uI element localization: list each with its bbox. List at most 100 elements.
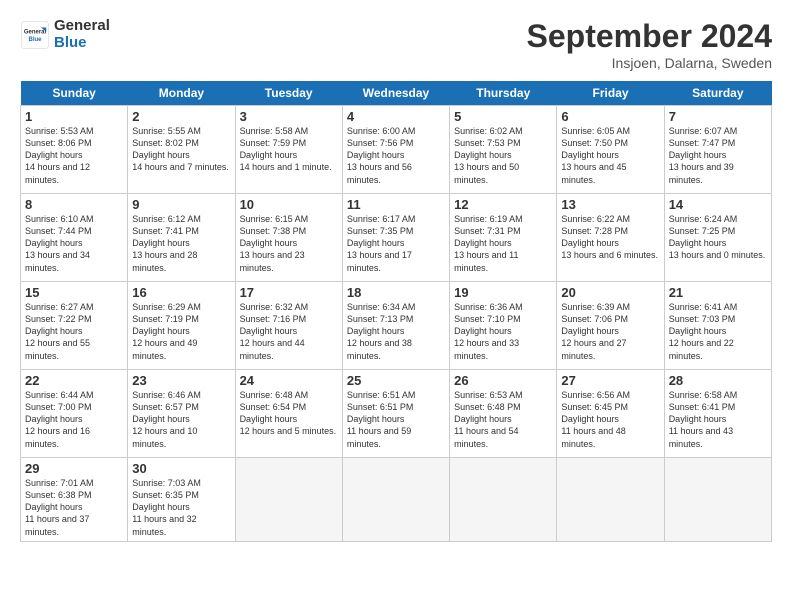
col-wednesday: Wednesday	[342, 81, 449, 106]
calendar-cell	[557, 458, 664, 542]
day-info: Sunrise: 6:00 AMSunset: 7:56 PMDaylight …	[347, 125, 445, 186]
calendar-week-row: 22Sunrise: 6:44 AMSunset: 7:00 PMDayligh…	[21, 370, 772, 458]
day-number: 21	[669, 285, 767, 300]
day-number: 7	[669, 109, 767, 124]
day-number: 14	[669, 197, 767, 212]
day-info: Sunrise: 5:58 AMSunset: 7:59 PMDaylight …	[240, 125, 338, 174]
day-number: 17	[240, 285, 338, 300]
day-info: Sunrise: 6:58 AMSunset: 6:41 PMDaylight …	[669, 389, 767, 450]
calendar-week-row: 29Sunrise: 7:01 AMSunset: 6:38 PMDayligh…	[21, 458, 772, 542]
col-friday: Friday	[557, 81, 664, 106]
day-info: Sunrise: 7:03 AMSunset: 6:35 PMDaylight …	[132, 477, 230, 538]
calendar-cell: 5Sunrise: 6:02 AMSunset: 7:53 PMDaylight…	[450, 106, 557, 194]
day-number: 10	[240, 197, 338, 212]
calendar-week-row: 1Sunrise: 5:53 AMSunset: 8:06 PMDaylight…	[21, 106, 772, 194]
day-number: 2	[132, 109, 230, 124]
day-number: 9	[132, 197, 230, 212]
day-number: 20	[561, 285, 659, 300]
day-info: Sunrise: 6:19 AMSunset: 7:31 PMDaylight …	[454, 213, 552, 274]
day-number: 11	[347, 197, 445, 212]
day-number: 16	[132, 285, 230, 300]
calendar-cell	[235, 458, 342, 542]
calendar-cell: 20Sunrise: 6:39 AMSunset: 7:06 PMDayligh…	[557, 282, 664, 370]
day-number: 24	[240, 373, 338, 388]
day-info: Sunrise: 6:51 AMSunset: 6:51 PMDaylight …	[347, 389, 445, 450]
calendar-cell: 1Sunrise: 5:53 AMSunset: 8:06 PMDaylight…	[21, 106, 128, 194]
day-info: Sunrise: 6:34 AMSunset: 7:13 PMDaylight …	[347, 301, 445, 362]
day-info: Sunrise: 6:12 AMSunset: 7:41 PMDaylight …	[132, 213, 230, 274]
calendar-cell: 9Sunrise: 6:12 AMSunset: 7:41 PMDaylight…	[128, 194, 235, 282]
day-info: Sunrise: 6:46 AMSunset: 6:57 PMDaylight …	[132, 389, 230, 450]
calendar-cell: 22Sunrise: 6:44 AMSunset: 7:00 PMDayligh…	[21, 370, 128, 458]
day-info: Sunrise: 6:17 AMSunset: 7:35 PMDaylight …	[347, 213, 445, 274]
day-number: 22	[25, 373, 123, 388]
logo-general-text: General	[54, 18, 110, 35]
header: General Blue General Blue September 2024…	[20, 18, 772, 71]
column-header-row: Sunday Monday Tuesday Wednesday Thursday…	[21, 81, 772, 106]
logo: General Blue General Blue	[20, 18, 110, 51]
day-number: 30	[132, 461, 230, 476]
day-info: Sunrise: 6:27 AMSunset: 7:22 PMDaylight …	[25, 301, 123, 362]
calendar-cell: 8Sunrise: 6:10 AMSunset: 7:44 PMDaylight…	[21, 194, 128, 282]
calendar-cell: 19Sunrise: 6:36 AMSunset: 7:10 PMDayligh…	[450, 282, 557, 370]
calendar-cell: 2Sunrise: 5:55 AMSunset: 8:02 PMDaylight…	[128, 106, 235, 194]
calendar-cell: 7Sunrise: 6:07 AMSunset: 7:47 PMDaylight…	[664, 106, 771, 194]
svg-text:Blue: Blue	[28, 37, 42, 43]
logo-icon: General Blue	[20, 20, 50, 50]
calendar-cell: 28Sunrise: 6:58 AMSunset: 6:41 PMDayligh…	[664, 370, 771, 458]
day-info: Sunrise: 6:10 AMSunset: 7:44 PMDaylight …	[25, 213, 123, 274]
calendar-cell: 4Sunrise: 6:00 AMSunset: 7:56 PMDaylight…	[342, 106, 449, 194]
month-title: September 2024	[527, 18, 772, 55]
day-info: Sunrise: 6:05 AMSunset: 7:50 PMDaylight …	[561, 125, 659, 186]
day-info: Sunrise: 6:24 AMSunset: 7:25 PMDaylight …	[669, 213, 767, 262]
day-number: 8	[25, 197, 123, 212]
day-number: 28	[669, 373, 767, 388]
logo-text: General Blue	[54, 18, 110, 51]
calendar-cell: 18Sunrise: 6:34 AMSunset: 7:13 PMDayligh…	[342, 282, 449, 370]
calendar-cell: 27Sunrise: 6:56 AMSunset: 6:45 PMDayligh…	[557, 370, 664, 458]
day-number: 29	[25, 461, 123, 476]
day-number: 1	[25, 109, 123, 124]
calendar-table: Sunday Monday Tuesday Wednesday Thursday…	[20, 81, 772, 542]
calendar-cell: 6Sunrise: 6:05 AMSunset: 7:50 PMDaylight…	[557, 106, 664, 194]
calendar-cell: 12Sunrise: 6:19 AMSunset: 7:31 PMDayligh…	[450, 194, 557, 282]
day-info: Sunrise: 5:53 AMSunset: 8:06 PMDaylight …	[25, 125, 123, 186]
day-number: 15	[25, 285, 123, 300]
logo-blue-text: Blue	[54, 35, 110, 52]
day-number: 6	[561, 109, 659, 124]
day-info: Sunrise: 6:32 AMSunset: 7:16 PMDaylight …	[240, 301, 338, 362]
col-monday: Monday	[128, 81, 235, 106]
calendar-cell: 30Sunrise: 7:03 AMSunset: 6:35 PMDayligh…	[128, 458, 235, 542]
day-number: 25	[347, 373, 445, 388]
calendar-cell: 10Sunrise: 6:15 AMSunset: 7:38 PMDayligh…	[235, 194, 342, 282]
calendar-week-row: 8Sunrise: 6:10 AMSunset: 7:44 PMDaylight…	[21, 194, 772, 282]
day-info: Sunrise: 6:44 AMSunset: 7:00 PMDaylight …	[25, 389, 123, 450]
calendar-cell: 25Sunrise: 6:51 AMSunset: 6:51 PMDayligh…	[342, 370, 449, 458]
title-block: September 2024 Insjoen, Dalarna, Sweden	[527, 18, 772, 71]
calendar-cell: 26Sunrise: 6:53 AMSunset: 6:48 PMDayligh…	[450, 370, 557, 458]
calendar-page: General Blue General Blue September 2024…	[0, 0, 792, 612]
day-info: Sunrise: 6:02 AMSunset: 7:53 PMDaylight …	[454, 125, 552, 186]
day-number: 18	[347, 285, 445, 300]
location-subtitle: Insjoen, Dalarna, Sweden	[527, 55, 772, 71]
calendar-cell: 21Sunrise: 6:41 AMSunset: 7:03 PMDayligh…	[664, 282, 771, 370]
day-number: 19	[454, 285, 552, 300]
calendar-cell	[664, 458, 771, 542]
calendar-cell: 23Sunrise: 6:46 AMSunset: 6:57 PMDayligh…	[128, 370, 235, 458]
col-thursday: Thursday	[450, 81, 557, 106]
col-tuesday: Tuesday	[235, 81, 342, 106]
svg-text:General: General	[24, 29, 47, 35]
calendar-cell: 13Sunrise: 6:22 AMSunset: 7:28 PMDayligh…	[557, 194, 664, 282]
calendar-cell: 24Sunrise: 6:48 AMSunset: 6:54 PMDayligh…	[235, 370, 342, 458]
day-number: 13	[561, 197, 659, 212]
day-number: 23	[132, 373, 230, 388]
calendar-cell: 11Sunrise: 6:17 AMSunset: 7:35 PMDayligh…	[342, 194, 449, 282]
calendar-cell	[342, 458, 449, 542]
day-info: Sunrise: 6:07 AMSunset: 7:47 PMDaylight …	[669, 125, 767, 186]
day-info: Sunrise: 7:01 AMSunset: 6:38 PMDaylight …	[25, 477, 123, 538]
calendar-cell: 15Sunrise: 6:27 AMSunset: 7:22 PMDayligh…	[21, 282, 128, 370]
day-info: Sunrise: 6:53 AMSunset: 6:48 PMDaylight …	[454, 389, 552, 450]
col-saturday: Saturday	[664, 81, 771, 106]
day-number: 12	[454, 197, 552, 212]
calendar-week-row: 15Sunrise: 6:27 AMSunset: 7:22 PMDayligh…	[21, 282, 772, 370]
